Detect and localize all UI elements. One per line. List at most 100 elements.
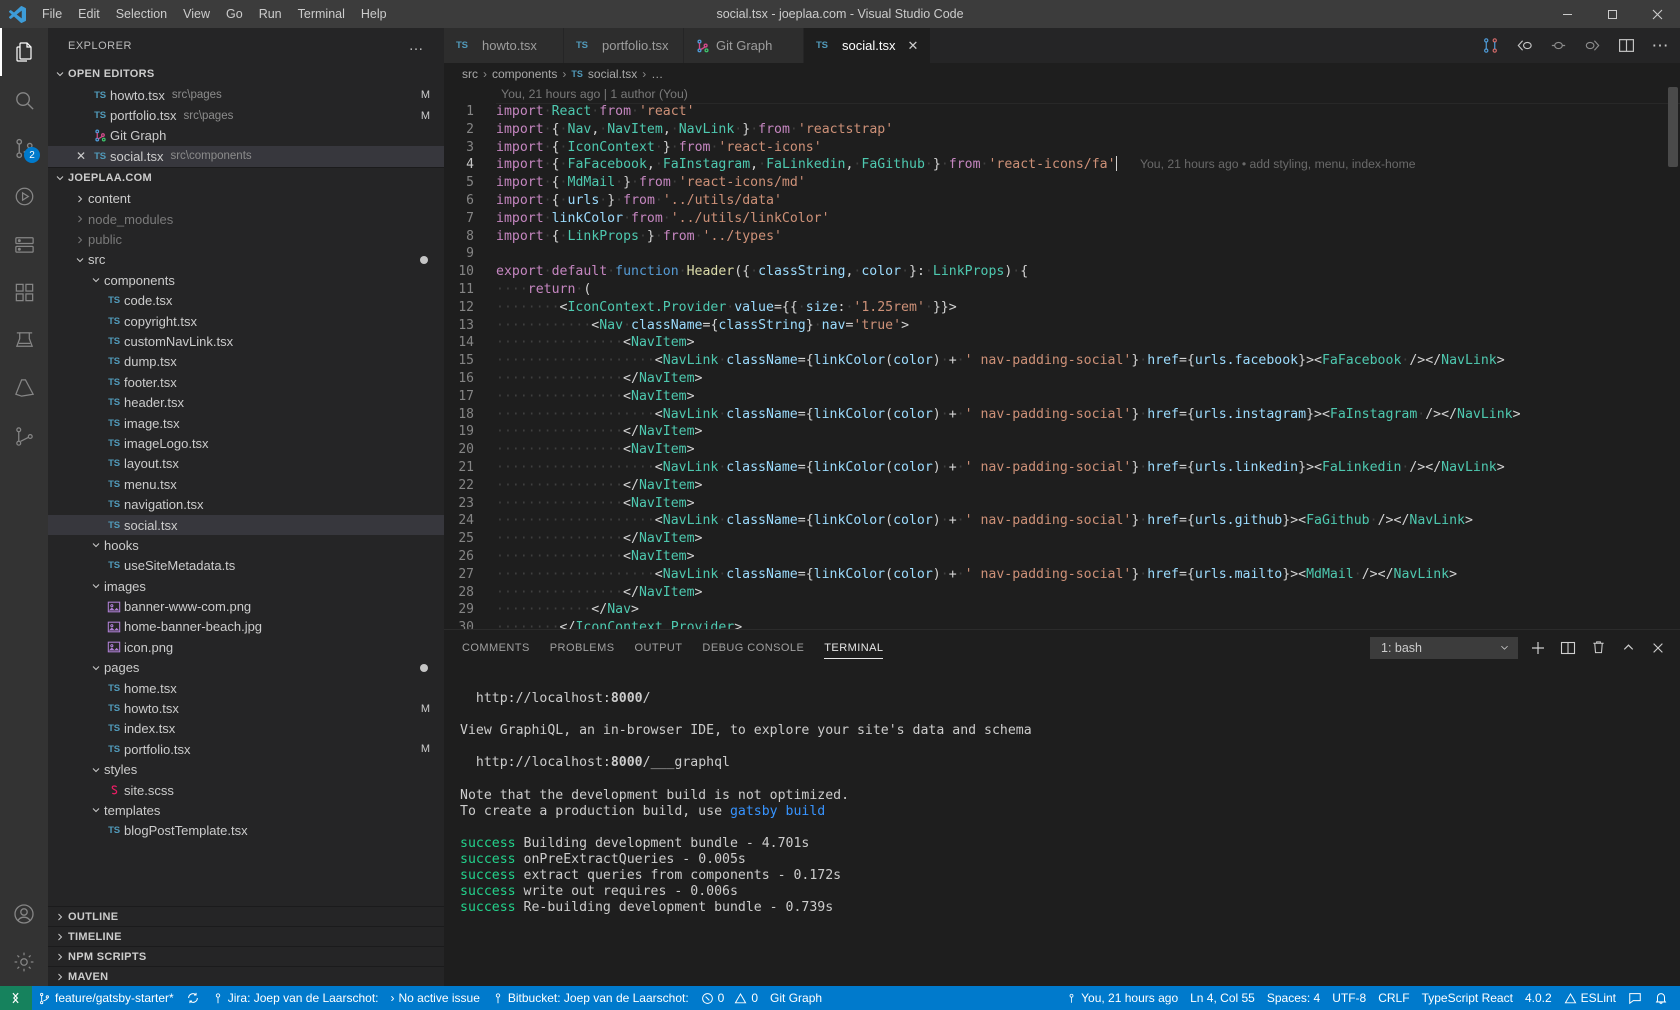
previous-change-icon[interactable] <box>1548 36 1568 56</box>
breadcrumb-symbol[interactable]: … <box>651 67 663 81</box>
tree-folder-components[interactable]: components <box>48 270 444 290</box>
tab-portfolio[interactable]: TS portfolio.tsx <box>564 28 684 63</box>
tree-file-code.tsx[interactable]: TScode.tsx <box>48 291 444 311</box>
tab-terminal[interactable]: TERMINAL <box>824 630 883 665</box>
menu-selection[interactable]: Selection <box>108 0 175 28</box>
compare-changes-icon[interactable] <box>1480 36 1500 56</box>
activity-search[interactable] <box>0 76 48 124</box>
code-line[interactable]: 5import·{·MdMail·}·from·'react-icons/md' <box>444 174 1680 192</box>
next-change-icon[interactable] <box>1582 36 1602 56</box>
menu-edit[interactable]: Edit <box>70 0 108 28</box>
tab-social[interactable]: TS social.tsx ✕ <box>804 28 931 63</box>
status-sync[interactable] <box>180 986 206 1010</box>
section-npm-scripts[interactable]: NPM SCRIPTS <box>48 946 444 966</box>
tree-file-home.tsx[interactable]: TShome.tsx <box>48 678 444 698</box>
code-line[interactable]: 29············</Nav> <box>444 601 1680 619</box>
code-line[interactable]: 8import·{·LinkProps·}·from·'../types' <box>444 228 1680 246</box>
activity-accounts[interactable] <box>0 890 48 938</box>
status-language-mode[interactable]: TypeScript React <box>1416 986 1519 1010</box>
code-line[interactable]: 19················</NavItem> <box>444 423 1680 441</box>
tree-file-site.scss[interactable]: site.scss <box>48 780 444 800</box>
tree-file-icon.png[interactable]: icon.png <box>48 637 444 657</box>
remote-window-button[interactable] <box>0 986 32 1010</box>
tree-file-howto.tsx[interactable]: TShowto.tsxM <box>48 698 444 718</box>
open-editor-row[interactable]: ✕ TS howto.tsx src\pages M <box>48 85 444 105</box>
menu-help[interactable]: Help <box>353 0 395 28</box>
code-line[interactable]: 13············<Nav·className={classStrin… <box>444 317 1680 335</box>
open-editor-row[interactable]: ✕ TS portfolio.tsx src\pages M <box>48 105 444 125</box>
tree-file-customNavLink.tsx[interactable]: TScustomNavLink.tsx <box>48 331 444 351</box>
code-editor[interactable]: You, 21 hours ago | 1 author (You) 1impo… <box>444 85 1680 629</box>
code-line[interactable]: 17················<NavItem> <box>444 388 1680 406</box>
menu-go[interactable]: Go <box>218 0 251 28</box>
tree-folder-templates[interactable]: templates <box>48 800 444 820</box>
tree-folder-node_modules[interactable]: node_modules <box>48 209 444 229</box>
menu-view[interactable]: View <box>175 0 218 28</box>
tab-debug-console[interactable]: DEBUG CONSOLE <box>702 630 804 665</box>
section-timeline[interactable]: TIMELINE <box>48 926 444 946</box>
scrollbar-thumb[interactable] <box>1668 87 1678 167</box>
menu-run[interactable]: Run <box>251 0 290 28</box>
section-maven[interactable]: MAVEN <box>48 966 444 986</box>
code-line[interactable]: 10export·default·function·Header({·class… <box>444 263 1680 281</box>
terminal-selector[interactable]: 1: bash <box>1370 637 1518 659</box>
code-line[interactable]: 2import·{·Nav,·NavItem,·NavLink·}·from·'… <box>444 121 1680 139</box>
status-notifications[interactable] <box>1648 986 1674 1010</box>
minimize-button[interactable] <box>1545 0 1590 28</box>
kill-terminal-icon[interactable] <box>1588 638 1608 658</box>
activity-explorer[interactable] <box>0 28 48 76</box>
tree-file-layout.tsx[interactable]: TSlayout.tsx <box>48 454 444 474</box>
status-branch[interactable]: feature/gatsby-starter* <box>32 986 180 1010</box>
tree-file-social.tsx[interactable]: TSsocial.tsx <box>48 515 444 535</box>
activity-source-control[interactable]: 2 <box>0 124 48 172</box>
code-line[interactable]: 11····return·( <box>444 281 1680 299</box>
menu-terminal[interactable]: Terminal <box>290 0 353 28</box>
close-icon[interactable]: ✕ <box>907 38 918 54</box>
tree-folder-content[interactable]: content <box>48 189 444 209</box>
close-icon[interactable]: ✕ <box>72 149 90 163</box>
code-lines[interactable]: 1import·React·from·'react'2import·{·Nav,… <box>444 103 1680 629</box>
close-button[interactable] <box>1635 0 1680 28</box>
status-eslint[interactable]: ESLint <box>1558 986 1622 1010</box>
tree-file-menu.tsx[interactable]: TSmenu.tsx <box>48 474 444 494</box>
code-line[interactable]: 16················</NavItem> <box>444 370 1680 388</box>
tab-comments[interactable]: COMMENTS <box>462 630 530 665</box>
breadcrumb-file[interactable]: social.tsx <box>588 67 637 81</box>
code-line[interactable]: 26················<NavItem> <box>444 548 1680 566</box>
status-git-graph[interactable]: Git Graph <box>764 986 828 1010</box>
code-line[interactable]: 12········<IconContext.Provider·value={{… <box>444 299 1680 317</box>
status-problems[interactable]: 0 0 <box>695 986 764 1010</box>
activity-azure[interactable] <box>0 364 48 412</box>
tab-howto[interactable]: TS howto.tsx <box>444 28 564 63</box>
code-line[interactable]: 15····················<NavLink·className… <box>444 352 1680 370</box>
maximize-panel-icon[interactable] <box>1618 638 1638 658</box>
tree-file-home-banner-beach.jpg[interactable]: home-banner-beach.jpg <box>48 617 444 637</box>
activity-settings[interactable] <box>0 938 48 986</box>
tree-file-footer.tsx[interactable]: TSfooter.tsx <box>48 372 444 392</box>
code-line[interactable]: 25················</NavItem> <box>444 530 1680 548</box>
code-line[interactable]: 1import·React·from·'react' <box>444 103 1680 121</box>
status-bitbucket[interactable]: Bitbucket: Joep van de Laarschot: <box>486 986 695 1010</box>
open-changes-icon[interactable] <box>1514 36 1534 56</box>
tree-file-copyright.tsx[interactable]: TScopyright.tsx <box>48 311 444 331</box>
status-feedback[interactable] <box>1622 986 1648 1010</box>
editor-scrollbar[interactable] <box>1666 85 1680 629</box>
tree-file-dump.tsx[interactable]: TSdump.tsx <box>48 352 444 372</box>
code-line[interactable]: 30········</IconContext.Provider> <box>444 619 1680 629</box>
tree-file-portfolio.tsx[interactable]: TSportfolio.tsxM <box>48 739 444 759</box>
code-line[interactable]: 18····················<NavLink·className… <box>444 406 1680 424</box>
new-terminal-icon[interactable] <box>1528 638 1548 658</box>
split-editor-icon[interactable] <box>1616 36 1636 56</box>
code-line[interactable]: 3import·{·IconContext·}·from·'react-icon… <box>444 139 1680 157</box>
tree-folder-pages[interactable]: pages <box>48 658 444 678</box>
code-line[interactable]: 20················<NavItem> <box>444 441 1680 459</box>
activity-extensions[interactable] <box>0 268 48 316</box>
tree-folder-src[interactable]: src <box>48 250 444 270</box>
maximize-button[interactable] <box>1590 0 1635 28</box>
tab-problems[interactable]: PROBLEMS <box>550 630 615 665</box>
code-line[interactable]: 24····················<NavLink·className… <box>444 512 1680 530</box>
activity-git-graph[interactable] <box>0 412 48 460</box>
code-line[interactable]: 4import·{·FaFacebook,·FaInstagram,·FaLin… <box>444 156 1680 174</box>
status-cursor-position[interactable]: Ln 4, Col 55 <box>1184 986 1261 1010</box>
code-line[interactable]: 22················</NavItem> <box>444 477 1680 495</box>
